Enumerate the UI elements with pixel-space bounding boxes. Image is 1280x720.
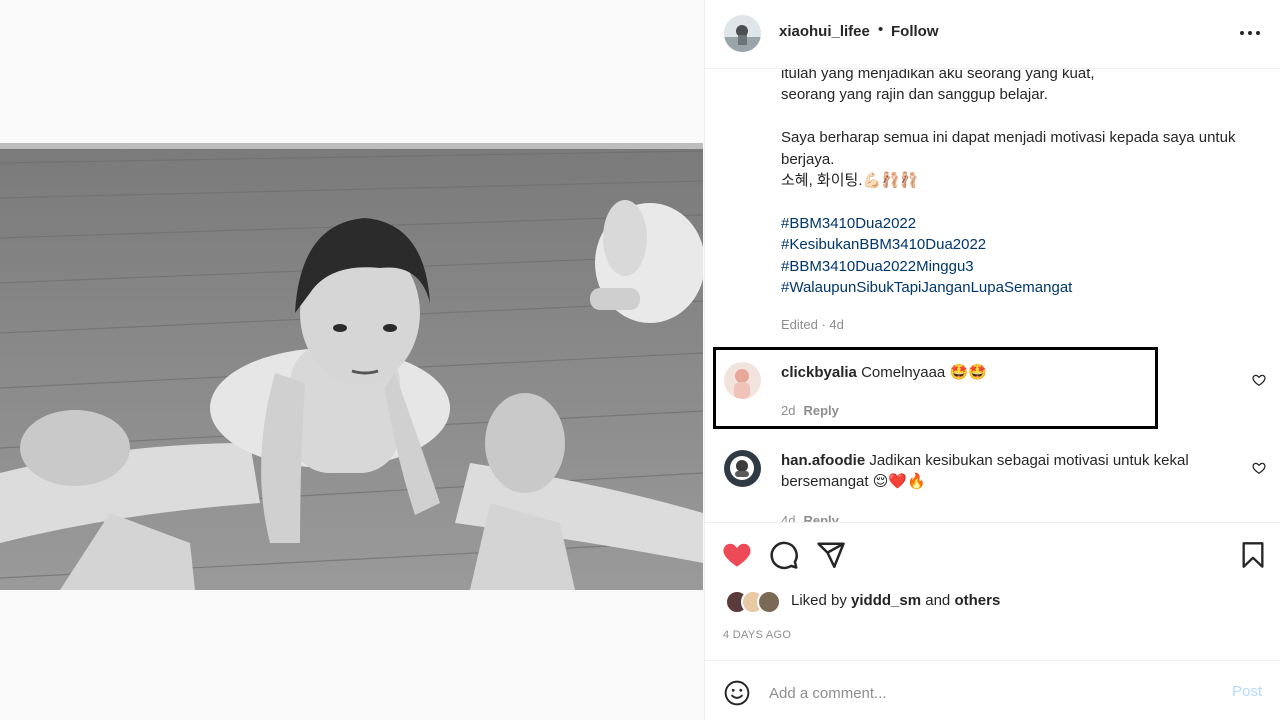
comment-like-heart-icon[interactable] <box>1252 373 1266 387</box>
comment-age: 4d <box>781 513 796 522</box>
post-caption: itulah yang menjadikan aku seorang yang … <box>781 69 1271 298</box>
comment-icon[interactable] <box>769 540 799 570</box>
liked-by-joiner: and <box>925 592 951 609</box>
avatar[interactable] <box>724 15 761 52</box>
follow-button[interactable]: Follow <box>891 23 939 40</box>
post-comment-button[interactable]: Post <box>1232 683 1262 700</box>
caption-line: itulah yang menjadikan aku seorang yang … <box>781 69 1095 82</box>
comment-like-heart-icon[interactable] <box>1252 461 1266 475</box>
share-icon[interactable] <box>816 540 846 570</box>
comment-username[interactable]: han.afoodie <box>781 452 865 469</box>
comment-avatar[interactable] <box>724 362 761 399</box>
separator-dot: • <box>878 21 884 38</box>
hashtag-link[interactable]: #WalaupunSibukTapiJanganLupaSemangat <box>781 277 1271 298</box>
reply-button[interactable]: Reply <box>803 403 838 418</box>
comment-body: clickbyalia Comelnyaaa 🤩🤩 <box>781 362 1231 383</box>
hashtag-link[interactable]: #KesibukanBBM3410Dua2022 <box>781 234 1271 255</box>
edited-timestamp: Edited · 4d <box>781 317 844 332</box>
add-comment-bar: Post <box>705 660 1280 720</box>
caption-line: Saya berharap semua ini dapat menjadi mo… <box>781 129 1236 147</box>
add-comment-input[interactable] <box>769 679 1209 707</box>
reply-button[interactable]: Reply <box>803 513 838 522</box>
comment-username[interactable]: clickbyalia <box>781 364 857 381</box>
highlighted-comment-outline <box>713 347 1158 429</box>
caption-line: berjaya. <box>781 150 835 168</box>
comment-meta: 2d Reply <box>781 403 839 418</box>
more-horizontal-icon[interactable] <box>1239 24 1261 42</box>
bookmark-icon[interactable] <box>1239 541 1267 569</box>
caption-line: seorang yang rajin dan sanggup belajar. <box>781 86 1048 104</box>
liked-by-avatars[interactable] <box>725 589 791 615</box>
comment-text: Comelnyaaa 🤩🤩 <box>861 364 987 381</box>
post-author-username[interactable]: xiaohui_lifee <box>779 23 870 40</box>
instagram-post-modal: xiaohui_lifee • Follow itulah yang menja… <box>0 0 1280 720</box>
emoji-icon[interactable] <box>724 680 750 706</box>
liked-by-others-link[interactable]: others <box>954 592 1000 609</box>
comment-avatar[interactable] <box>724 450 761 487</box>
comment-body: han.afoodie Jadikan kesibukan sebagai mo… <box>781 450 1231 493</box>
avatar <box>757 590 781 614</box>
hashtag-link[interactable]: #BBM3410Dua2022 <box>781 213 1271 234</box>
post-header: xiaohui_lifee • Follow <box>705 0 1280 69</box>
comment-age: 2d <box>781 403 796 418</box>
post-details-panel: xiaohui_lifee • Follow itulah yang menja… <box>704 0 1280 720</box>
caption-line: 소혜, 화이팅.💪🏻🩰🩰 <box>781 172 919 190</box>
heart-filled-icon[interactable] <box>722 540 752 570</box>
comment-meta: 4d Reply <box>781 513 839 522</box>
liked-by-user-link[interactable]: yiddd_sm <box>851 592 921 609</box>
hashtag-link[interactable]: #BBM3410Dua2022Minggu3 <box>781 256 1271 277</box>
liked-by-text: Liked by yiddd_sm and others <box>791 592 1000 609</box>
post-photo[interactable] <box>0 143 703 590</box>
media-pane <box>0 0 704 720</box>
post-timestamp[interactable]: 4 DAYS AGO <box>723 629 791 641</box>
post-actions-section: Liked by yiddd_sm and others 4 DAYS AGO <box>705 522 1280 660</box>
liked-by-prefix: Liked by <box>791 592 847 609</box>
comments-scroll-area[interactable]: itulah yang menjadikan aku seorang yang … <box>705 69 1280 522</box>
